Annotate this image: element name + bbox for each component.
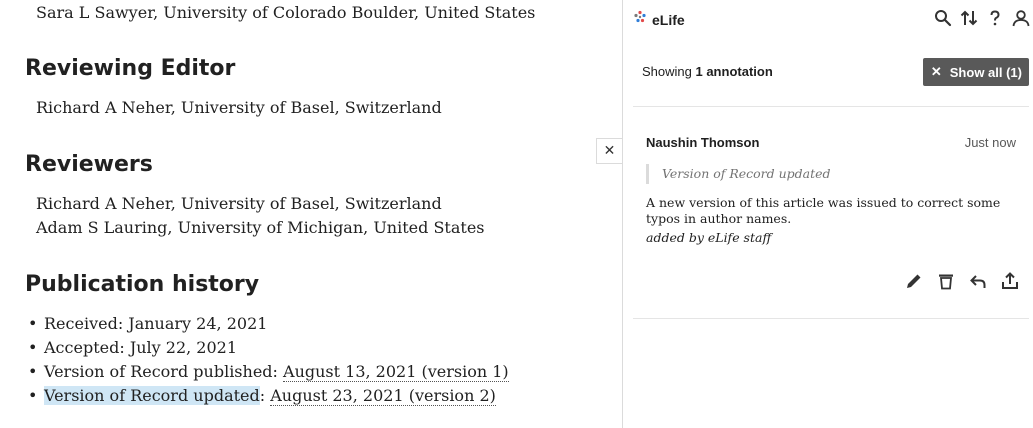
annotation-card[interactable]: Naushin Thomson Just now Version of Reco… [633, 124, 1029, 319]
search-icon[interactable] [933, 8, 953, 28]
sort-icon[interactable] [959, 8, 979, 28]
annotation-sidebar: eLife Showing 1 annotation ✕ Show all (1… [622, 0, 1033, 428]
history-item: • Version of Record updated: August 23, 2… [28, 386, 496, 406]
reviewer-item: Richard A Neher, University of Basel, Sw… [36, 194, 442, 213]
edit-icon[interactable] [903, 270, 925, 292]
annotation-actions [903, 270, 1021, 292]
annotation-author[interactable]: Naushin Thomson [646, 135, 759, 150]
history-item: • Accepted: July 22, 2021 [28, 338, 238, 357]
showing-count-text: Showing 1 annotation [642, 64, 773, 79]
reviewers-heading: Reviewers [25, 152, 153, 177]
show-all-button[interactable]: ✕ Show all (1) [922, 58, 1029, 86]
divider [633, 106, 1029, 107]
history-item: • Version of Record published: August 13,… [28, 362, 509, 382]
article-pane: Sara L Sawyer, University of Colorado Bo… [0, 0, 622, 428]
highlighted-text[interactable]: Version of Record updated [44, 386, 260, 405]
publication-history-list: • Received: January 24, 2021 • Accepted: J… [26, 313, 509, 409]
reply-icon[interactable] [967, 270, 989, 292]
publication-history-heading: Publication history [25, 272, 260, 297]
version-link[interactable]: August 13, 2021 (version 1) [283, 362, 509, 382]
user-icon[interactable] [1011, 8, 1031, 28]
version-link[interactable]: August 23, 2021 (version 2) [270, 386, 496, 406]
filter-status-bar: Showing 1 annotation ✕ Show all (1) [633, 56, 1029, 88]
close-sidebar-button[interactable]: ✕ [596, 138, 622, 164]
annotation-text: A new version of this article was issued… [646, 195, 1001, 226]
annotation-timestamp[interactable]: Just now [965, 135, 1016, 150]
brand: eLife [633, 10, 685, 29]
topbar-icons [933, 8, 1031, 28]
brand-name: eLife [652, 11, 685, 28]
sidebar-topbar: eLife [623, 0, 1033, 38]
reviewing-editor-heading: Reviewing Editor [25, 56, 236, 81]
share-icon[interactable] [999, 270, 1021, 292]
show-all-label: Show all (1) [949, 64, 1022, 80]
reviewing-editor-name: Richard A Neher, University of Basel, Sw… [36, 98, 442, 117]
annotation-body: A new version of this article was issued… [646, 195, 1018, 246]
annotation-signature: added by eLife staff [646, 230, 772, 245]
history-item: • Received: January 24, 2021 [28, 314, 268, 333]
close-icon: ✕ [930, 64, 942, 79]
author-affiliation: Sara L Sawyer, University of Colorado Bo… [36, 3, 536, 22]
annotation-quote: Version of Record updated [646, 164, 831, 184]
delete-icon[interactable] [935, 270, 957, 292]
elife-logo-icon [633, 10, 647, 29]
help-icon[interactable] [985, 8, 1005, 28]
reviewer-item: Adam S Lauring, University of Michigan, … [36, 218, 485, 237]
